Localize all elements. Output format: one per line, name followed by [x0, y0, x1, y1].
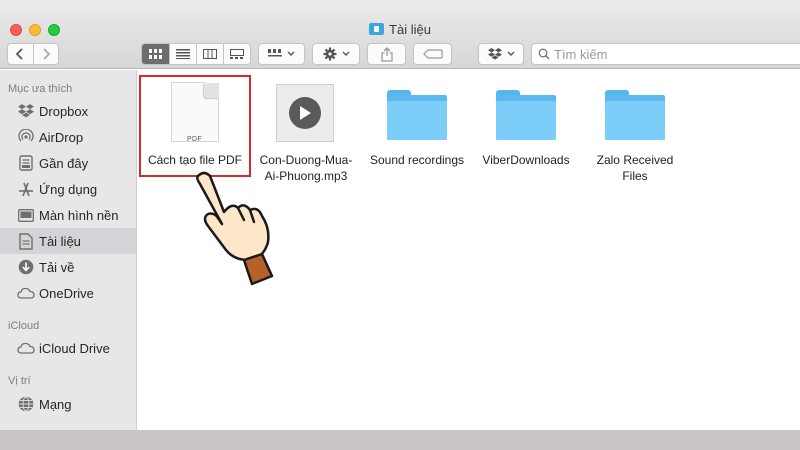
sidebar-item-label: Mạng [39, 396, 72, 412]
airdrop-icon [18, 129, 34, 142]
column-view-button[interactable] [197, 44, 224, 64]
gallery-view-button[interactable] [224, 44, 250, 64]
sidebar-section-locations: Vị trí [8, 375, 31, 387]
gallery-view-icon [230, 49, 244, 59]
finder-window: Tài liệu Tìm kiếm Mục ưa thích Dropbox A… [0, 0, 800, 430]
documents-folder-icon [369, 23, 385, 35]
search-icon [538, 48, 550, 60]
recents-icon [19, 155, 33, 171]
sidebar-item-label: AirDrop [39, 129, 84, 145]
folder-name: ViberDownloads [482, 153, 570, 167]
share-button[interactable] [367, 43, 406, 65]
back-button[interactable] [8, 44, 34, 64]
arrange-dropdown[interactable] [258, 43, 305, 65]
nav-buttons [7, 43, 59, 65]
folder-icon [496, 90, 556, 140]
sidebar-section-favorites: Mục ưa thích [8, 83, 73, 95]
sidebar-item-documents[interactable]: Tài liệu [0, 228, 136, 254]
search-input[interactable] [554, 45, 794, 63]
sidebar-item-desktop[interactable]: Màn hình nền [0, 203, 136, 227]
dropbox-icon [18, 104, 34, 118]
network-icon [18, 396, 34, 412]
documents-icon [19, 232, 33, 250]
desktop-icon [18, 208, 34, 222]
sidebar-item-label: iCloud Drive [39, 340, 110, 356]
sidebar-section-icloud: iCloud [8, 320, 40, 332]
sidebar-item-label: Gần đây [39, 155, 89, 171]
window-title: Tài liệu [0, 22, 800, 37]
folder-name-line1: Zalo Received [596, 153, 674, 167]
dropbox-dropdown[interactable] [478, 43, 524, 65]
tags-button[interactable] [413, 43, 452, 65]
cloud-icon [17, 342, 35, 354]
icon-view-icon [148, 49, 162, 59]
sidebar: Mục ưa thích Dropbox AirDrop Gần đây Ứng… [0, 70, 137, 430]
sidebar-item-label: Ứng dụng [39, 181, 98, 197]
play-icon [289, 97, 321, 129]
sidebar-item-label: Tải về [39, 259, 75, 275]
file-name: Cách tạo file PDF [147, 153, 243, 167]
sidebar-item-label: Tài liệu [39, 233, 81, 249]
file-item-pdf[interactable]: PDF Cách tạo file PDF [141, 78, 249, 174]
folder-item-viberdownloads[interactable]: ViberDownloads [471, 78, 581, 174]
list-view-icon [176, 49, 190, 59]
gear-icon [323, 47, 336, 61]
tag-icon [422, 49, 443, 59]
folder-icon [387, 90, 447, 140]
sidebar-item-dropbox[interactable]: Dropbox [0, 99, 136, 123]
applications-icon [19, 182, 33, 197]
sidebar-item-onedrive[interactable]: OneDrive [0, 281, 136, 305]
folder-item-zalo-received-files[interactable]: Zalo Received Files [580, 78, 690, 188]
chevron-down-icon [287, 51, 295, 56]
icon-view-button[interactable] [142, 44, 170, 64]
folder-icon [605, 90, 665, 140]
cloud-icon [17, 287, 35, 299]
sidebar-item-network[interactable]: Mạng [0, 392, 136, 416]
sidebar-item-airdrop[interactable]: AirDrop [0, 125, 136, 149]
title-toolbar: Tài liệu [0, 0, 800, 69]
search-field [531, 43, 800, 65]
file-browser-content: PDF Cách tạo file PDF Con-Duong-Mua- Ai-… [138, 70, 800, 430]
share-icon [380, 46, 393, 62]
chevron-down-icon [507, 51, 514, 56]
list-view-button[interactable] [170, 44, 197, 64]
forward-button[interactable] [34, 44, 59, 64]
sidebar-item-icloud-drive[interactable]: iCloud Drive [0, 336, 136, 360]
sidebar-item-downloads[interactable]: Tải về [0, 255, 136, 279]
file-name-line1: Con-Duong-Mua- [259, 153, 353, 167]
folder-name-line2: Files [622, 169, 648, 183]
view-mode-control [141, 43, 251, 65]
sidebar-item-label: Dropbox [39, 103, 89, 119]
sidebar-item-applications[interactable]: Ứng dụng [0, 177, 136, 201]
sidebar-item-label: OneDrive [39, 285, 94, 301]
window-title-text: Tài liệu [389, 22, 431, 37]
chevron-right-icon [43, 48, 51, 60]
folder-item-sound-recordings[interactable]: Sound recordings [362, 78, 472, 174]
audio-file-icon [276, 84, 334, 142]
folder-name: Sound recordings [369, 153, 465, 167]
sidebar-item-label: Màn hình nền [39, 207, 119, 223]
pdf-badge: PDF [187, 136, 202, 143]
action-dropdown[interactable] [312, 43, 360, 65]
column-view-icon [203, 49, 217, 59]
window-shadow-area [0, 430, 800, 450]
sidebar-item-recents[interactable]: Gần đây [0, 151, 136, 175]
chevron-down-icon [342, 51, 349, 56]
pointing-hand-icon [196, 171, 274, 286]
arrange-icon [268, 49, 282, 57]
downloads-icon [18, 259, 34, 275]
chevron-left-icon [15, 48, 23, 60]
dropbox-icon [487, 48, 502, 60]
